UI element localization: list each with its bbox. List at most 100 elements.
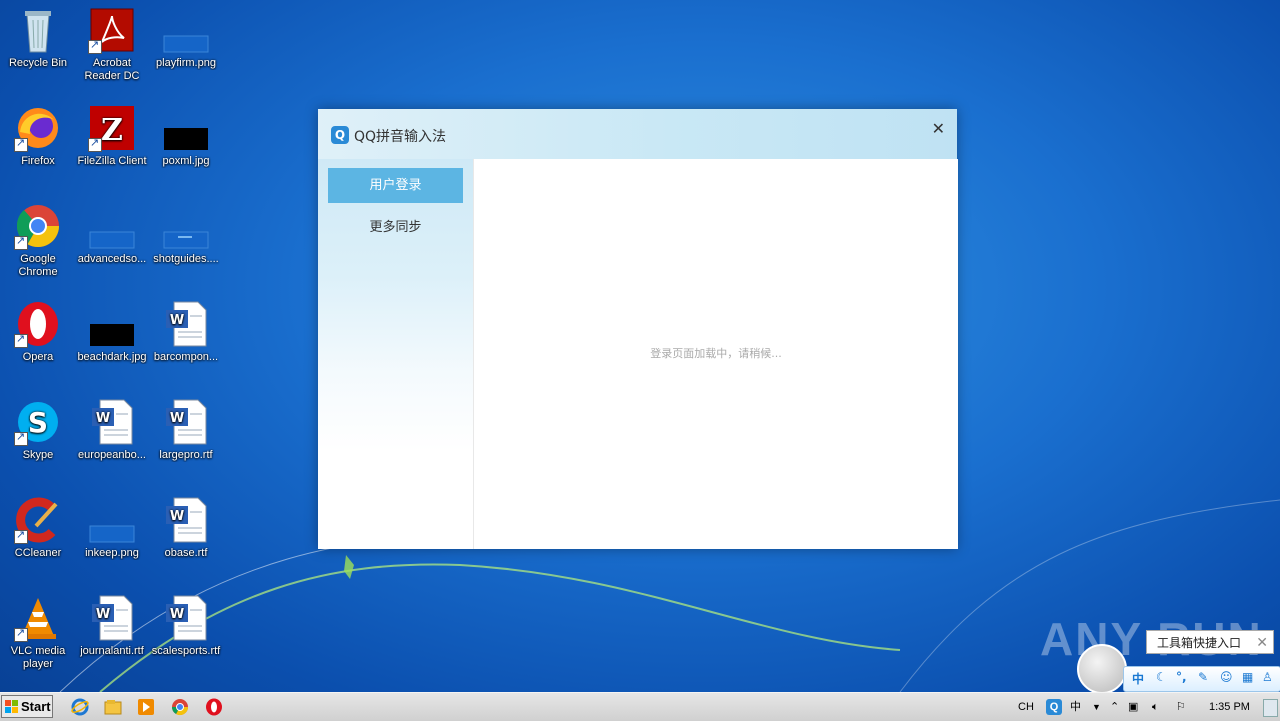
flag-icon[interactable]: ⚐ <box>1176 693 1186 721</box>
svg-text:W: W <box>96 607 110 622</box>
desktop-icon-poxml[interactable]: poxml.jpg <box>148 104 224 168</box>
filezilla-icon: Z <box>88 104 136 152</box>
desktop-icon-label: beachdark.jpg <box>77 351 147 363</box>
desktop-icon-inkeep[interactable]: inkeep.png <box>74 496 150 560</box>
word-document-icon: W <box>162 398 210 446</box>
taskbar: Start CH Q 中 ▼ ⌃ ▣ 🔈︎ ⚐ 1:35 PM <box>0 692 1280 721</box>
desktop-icon-acrobat[interactable]: Acrobat Reader DC <box>74 6 150 83</box>
desktop-icon-label: barcompon... <box>153 351 219 363</box>
smiley-icon[interactable]: ☺ <box>1220 670 1233 684</box>
qq-ime-tray-icon[interactable]: Q <box>1046 699 1062 715</box>
dialog-titlebar[interactable]: Q QQ拼音输入法 ✕ <box>318 109 957 159</box>
desktop-icon-label: playfirm.png <box>156 57 216 69</box>
sidebar-item-user-login[interactable]: 用户登录 <box>328 168 463 203</box>
svg-text:W: W <box>170 313 184 328</box>
qq-logo-icon: Q <box>331 126 349 144</box>
shortcut-arrow-icon <box>14 333 28 348</box>
chrome-icon <box>14 202 62 250</box>
svg-text:W: W <box>170 509 184 524</box>
grid-icon[interactable]: ▦ <box>1242 670 1253 684</box>
desktop-icon-shotguides[interactable]: shotguides.... <box>148 202 224 266</box>
dialog-content: 登录页面加载中，请稍候... <box>473 159 958 549</box>
desktop-icon-obase[interactable]: W obase.rtf <box>148 496 224 560</box>
wrench-icon[interactable]: ✎ <box>1198 670 1208 684</box>
acrobat-icon <box>88 6 136 54</box>
image-file-icon <box>162 6 210 54</box>
chevron-down-icon[interactable]: ▼ <box>1092 693 1101 721</box>
svg-text:W: W <box>96 411 110 426</box>
skype-icon: S <box>14 398 62 446</box>
word-document-icon: W <box>162 496 210 544</box>
desktop-icon-label: europeanbo... <box>78 449 146 461</box>
desktop-icon-ccleaner[interactable]: CCleaner <box>0 496 76 560</box>
desktop-icon-scalesports[interactable]: W scalesports.rtf <box>148 594 224 658</box>
ccleaner-icon <box>14 496 62 544</box>
action-center-icon[interactable]: ▣ <box>1128 693 1138 721</box>
desktop-icon-label: VLC media player <box>10 645 66 670</box>
image-file-icon <box>88 202 136 250</box>
desktop-icon-recycle-bin[interactable]: Recycle Bin <box>0 6 76 70</box>
sidebar-item-more-sync[interactable]: 更多同步 <box>328 210 463 245</box>
desktop-icon-largepro[interactable]: W largepro.rtf <box>148 398 224 462</box>
svg-text:Z: Z <box>101 113 123 148</box>
dialog-title: QQ拼音输入法 <box>354 129 447 145</box>
desktop-icon-journalanti[interactable]: W journalanti.rtf <box>74 594 150 658</box>
desktop-icon-label: inkeep.png <box>85 547 139 559</box>
word-document-icon: W <box>88 398 136 446</box>
shortcut-arrow-icon <box>14 235 28 250</box>
dialog-sidebar: 用户登录 更多同步 <box>318 159 473 549</box>
start-button[interactable]: Start <box>1 695 53 718</box>
desktop-icon-label: obase.rtf <box>164 547 208 559</box>
desktop-icon-label: CCleaner <box>14 547 62 559</box>
media-player-icon[interactable] <box>137 698 155 716</box>
ime-status-icon[interactable]: 中 <box>1070 693 1081 721</box>
ime-toolbar: 中 ☾ °, ✎ ☺ ▦ ♙ <box>1123 666 1280 692</box>
close-icon[interactable]: ✕ <box>1256 631 1268 655</box>
word-document-icon: W <box>162 300 210 348</box>
internet-explorer-icon[interactable] <box>71 698 89 716</box>
desktop-icon-skype[interactable]: S Skype <box>0 398 76 462</box>
desktop-icon-advancedso[interactable]: advancedso... <box>74 202 150 266</box>
svg-text:S: S <box>28 406 48 439</box>
loading-message: 登录页面加载中，请稍候... <box>650 347 782 360</box>
show-hidden-icons-icon[interactable]: ⌃ <box>1110 693 1119 721</box>
desktop-icon-barcompon[interactable]: W barcompon... <box>148 300 224 364</box>
desktop-icon-filezilla[interactable]: Z FileZilla Client <box>74 104 150 168</box>
windows-flag-icon <box>5 700 18 713</box>
image-file-icon <box>162 202 210 250</box>
file-explorer-icon[interactable] <box>104 698 122 716</box>
person-icon[interactable]: ♙ <box>1262 670 1273 684</box>
desktop-icon-label: shotguides.... <box>153 253 219 265</box>
desktop-icon-beachdark[interactable]: beachdark.jpg <box>74 300 150 364</box>
shortcut-arrow-icon <box>14 627 28 642</box>
show-desktop-button[interactable] <box>1263 699 1278 717</box>
desktop-icon-playfirm[interactable]: playfirm.png <box>148 6 224 70</box>
desktop-icon-google-chrome[interactable]: Google Chrome <box>0 202 76 279</box>
punctuation-icon[interactable]: °, <box>1176 670 1187 684</box>
chrome-icon[interactable] <box>171 698 189 716</box>
desktop-icon-vlc[interactable]: VLC media player <box>0 594 76 671</box>
word-document-icon: W <box>162 594 210 642</box>
clock[interactable]: 1:35 PM <box>1209 693 1250 721</box>
word-document-icon: W <box>88 594 136 642</box>
ime-avatar[interactable] <box>1077 644 1127 694</box>
volume-icon[interactable]: 🔈︎ <box>1152 693 1159 721</box>
opera-icon[interactable] <box>205 698 223 716</box>
image-file-icon <box>88 496 136 544</box>
desktop-icon-opera[interactable]: Opera <box>0 300 76 364</box>
desktop-icon-europeanbo[interactable]: W europeanbo... <box>74 398 150 462</box>
close-icon[interactable]: ✕ <box>932 119 945 138</box>
shortcut-arrow-icon <box>14 529 28 544</box>
ime-mode-toggle[interactable]: 中 <box>1132 670 1144 687</box>
recycle-bin-icon <box>14 6 62 54</box>
image-file-icon <box>88 300 136 348</box>
start-label: Start <box>21 699 51 714</box>
desktop-icon-label: scalesports.rtf <box>151 645 221 657</box>
desktop-icon-label: largepro.rtf <box>159 449 213 461</box>
desktop-icon-firefox[interactable]: Firefox <box>0 104 76 168</box>
language-indicator[interactable]: CH <box>1018 693 1034 721</box>
shortcut-arrow-icon <box>88 39 102 54</box>
moon-icon[interactable]: ☾ <box>1156 670 1167 684</box>
desktop-icon-label: Firefox <box>21 155 55 167</box>
desktop-icon-label: Acrobat Reader DC <box>84 57 140 82</box>
